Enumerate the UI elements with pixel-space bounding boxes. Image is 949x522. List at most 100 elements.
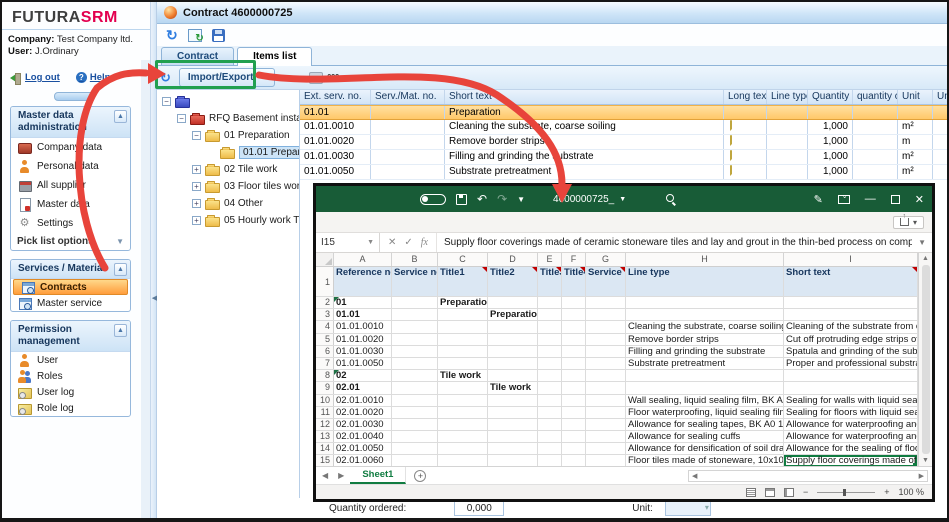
tree-node[interactable]: +02 Tile work [162, 161, 299, 178]
table-row[interactable]: 01.01Preparation [300, 105, 947, 120]
long-text-note-icon[interactable] [730, 150, 732, 163]
cell-A7[interactable]: 01.01.0050 [334, 358, 392, 369]
cell-D10[interactable] [488, 395, 538, 406]
cell-C8[interactable]: Tile work [438, 370, 488, 381]
cell-B4[interactable] [392, 321, 438, 332]
cell-A14[interactable]: 02.01.0050 [334, 443, 392, 454]
cell-F5[interactable] [562, 334, 586, 345]
cell-D5[interactable] [488, 334, 538, 345]
cell-G15[interactable] [586, 455, 626, 466]
unit-select[interactable] [665, 501, 711, 516]
column-header-D[interactable]: D [488, 253, 538, 266]
cell-G4[interactable] [586, 321, 626, 332]
cell-B14[interactable] [392, 443, 438, 454]
sidebar-item-all-supplier[interactable]: All supplier [11, 176, 130, 195]
cell-C2[interactable]: Preparation [438, 297, 488, 308]
cell-H8[interactable] [626, 370, 784, 381]
cell-C6[interactable] [438, 346, 488, 357]
column-header[interactable]: Line type [767, 90, 808, 104]
cell-C13[interactable] [438, 431, 488, 442]
collapse-icon[interactable]: − [192, 131, 201, 140]
export-icon[interactable] [188, 29, 202, 42]
sidebar-item-user[interactable]: User [11, 352, 130, 368]
collapse-panel-icon[interactable]: ▲ [114, 110, 127, 123]
column-header-C[interactable]: C [438, 253, 488, 266]
tree-node[interactable]: −RFQ Basement installation S [162, 110, 299, 127]
cell-A9[interactable]: 02.01 [334, 382, 392, 393]
cell-I15[interactable]: Supply floor coverings made of cera [784, 455, 918, 466]
cell-H13[interactable]: Allowance for sealing cuffs [626, 431, 784, 442]
row-header-4[interactable]: 4 [316, 321, 334, 332]
row-header-10[interactable]: 10 [316, 395, 334, 406]
cell-D7[interactable] [488, 358, 538, 369]
cell-H15[interactable]: Floor tiles made of stoneware, 10x10 cm [626, 455, 784, 466]
quick-access-more-icon[interactable]: ▼ [517, 195, 525, 204]
cell-G2[interactable] [586, 297, 626, 308]
zoom-slider[interactable] [817, 492, 875, 493]
logout-link[interactable]: Log out [10, 72, 60, 83]
cell-E14[interactable] [538, 443, 562, 454]
cell-H10[interactable]: Wall sealing, liquid sealing film, BK A0 [626, 395, 784, 406]
tree-node[interactable]: − [162, 93, 299, 110]
sidebar-item-personal-data[interactable]: Personal data [11, 157, 130, 176]
cell-I14[interactable]: Allowance for the sealing of floor dr [784, 443, 918, 454]
vertical-scrollbar[interactable]: ▲ ▼ [918, 253, 932, 466]
share-button[interactable]: ▾ [893, 216, 924, 229]
scroll-left-icon[interactable]: ◀ [689, 472, 700, 480]
long-text-note-icon[interactable] [730, 135, 732, 148]
sidebar-item-role-log[interactable]: Role log [11, 400, 130, 416]
cell-D2[interactable] [488, 297, 538, 308]
cell-H4[interactable]: Cleaning the substrate, coarse soiling [626, 321, 784, 332]
cell-I9[interactable] [784, 382, 918, 393]
cell-E9[interactable] [538, 382, 562, 393]
cell-D8[interactable] [488, 370, 538, 381]
zoom-level[interactable]: 100 % [898, 487, 924, 497]
collapse-panel-icon[interactable]: ▲ [114, 263, 127, 276]
quantity-ordered-field[interactable]: 0,000 [454, 501, 504, 516]
scroll-right-icon[interactable]: ▶ [916, 472, 927, 480]
cell-H14[interactable]: Allowance for densification of soil drai [626, 443, 784, 454]
cell-A11[interactable]: 02.01.0020 [334, 407, 392, 418]
tab-contract[interactable]: Contract [161, 47, 234, 65]
expand-formula-bar-icon[interactable]: ▼ [912, 238, 932, 247]
pick-list-options[interactable]: Pick list options▼ [11, 233, 130, 250]
prev-sheet-icon[interactable]: ◀ [322, 471, 328, 480]
cell-H11[interactable]: Floor waterproofing, liquid sealing film [626, 407, 784, 418]
cell-G3[interactable] [586, 309, 626, 320]
cell-B3[interactable] [392, 309, 438, 320]
column-header[interactable]: Unit [898, 90, 933, 104]
sheet-tab[interactable]: Sheet1 [350, 467, 406, 484]
formula-content[interactable]: Supply floor coverings made of ceramic s… [437, 237, 912, 248]
sidebar-item-roles[interactable]: Roles [11, 368, 130, 384]
cell-A2[interactable]: 01 [334, 297, 392, 308]
add-sheet-icon[interactable]: + [414, 470, 426, 482]
cell-G6[interactable] [586, 346, 626, 357]
header-cell-G[interactable]: Service no [586, 267, 626, 296]
select-all-corner[interactable] [316, 253, 334, 266]
cell-G10[interactable] [586, 395, 626, 406]
cell-A13[interactable]: 02.01.0040 [334, 431, 392, 442]
cell-I8[interactable] [784, 370, 918, 381]
page-break-view-icon[interactable] [784, 488, 794, 497]
horizontal-scrollbar[interactable]: ◀ ▶ [688, 470, 928, 482]
minimize-icon[interactable]: — [865, 193, 876, 205]
column-header[interactable]: quantity calc [853, 90, 898, 104]
excel-title-bar[interactable]: ↶ ↷ ▼ 4600000725_▼ ✎ — ✕ [316, 186, 932, 212]
cell-B2[interactable] [392, 297, 438, 308]
column-header[interactable]: Long text [724, 90, 767, 104]
column-header-F[interactable]: F [562, 253, 586, 266]
autosave-toggle[interactable] [420, 194, 446, 205]
header-cell-D[interactable]: Title2 [488, 267, 538, 296]
cell-E12[interactable] [538, 419, 562, 430]
cell-H7[interactable]: Substrate pretreatment [626, 358, 784, 369]
cell-F7[interactable] [562, 358, 586, 369]
expand-icon[interactable]: + [192, 199, 201, 208]
cell-F8[interactable] [562, 370, 586, 381]
cell-E6[interactable] [538, 346, 562, 357]
header-cell-B[interactable]: Service no [392, 267, 438, 296]
cell-F15[interactable] [562, 455, 586, 466]
column-header[interactable]: Ext. serv. no. [300, 90, 371, 104]
cell-I10[interactable]: Sealing for walls with liquid sealing [784, 395, 918, 406]
row-header-8[interactable]: 8 [316, 370, 334, 381]
sidebar-splitter[interactable]: ◀ [150, 2, 157, 518]
